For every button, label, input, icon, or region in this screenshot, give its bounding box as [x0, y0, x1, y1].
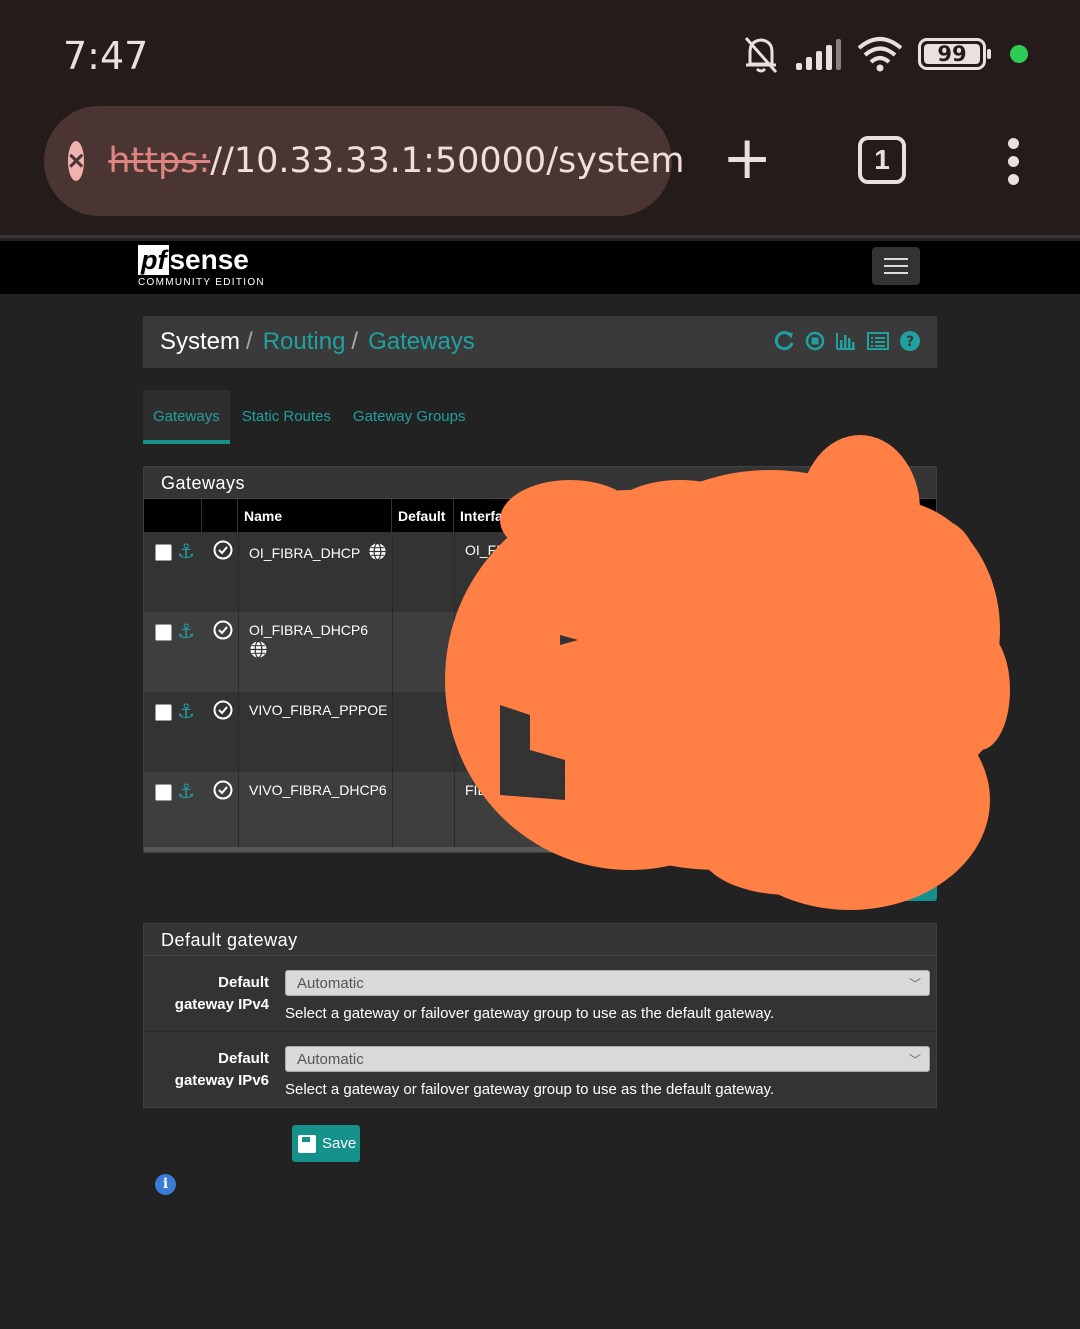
privacy-indicator-dot: [1010, 45, 1028, 63]
gateways-panel: Gateways Name Default Interfac ⚓ OI_FIBR…: [143, 466, 937, 853]
restart-service-icon[interactable]: [773, 330, 795, 352]
tab-count: 1: [874, 144, 890, 175]
breadcrumb-separator: /: [351, 328, 359, 355]
save-button[interactable]: Save: [292, 1125, 360, 1162]
chevron-down-icon: ﹀: [908, 977, 921, 991]
help-icon[interactable]: ?: [899, 330, 921, 352]
default-gateway-panel: Default gateway Default gateway IPv4 Aut…: [143, 923, 937, 1108]
browser-menu-button[interactable]: [1008, 138, 1019, 185]
breadcrumb: System / Routing / Gateways ?: [143, 316, 937, 368]
table-row: ⚓ VIVO_FIBRA_DHCP6 FIBRA: [144, 772, 936, 852]
clock: 7:47: [63, 34, 149, 78]
gateway-name: VIVO_FIBRA_DHCP6: [249, 782, 387, 798]
enabled-check-icon: [213, 780, 233, 800]
top-navbar: pf sense COMMUNITY EDITION: [0, 241, 1080, 294]
wifi-icon: [857, 37, 903, 72]
gateway-interface: [454, 612, 936, 692]
logo-subtitle: COMMUNITY EDITION: [138, 277, 265, 288]
panel-title: Gateways: [144, 467, 936, 499]
row-checkbox[interactable]: [155, 544, 172, 561]
anchor-icon[interactable]: ⚓: [177, 782, 195, 802]
battery-indicator: 99: [918, 38, 991, 70]
battery-level: 99: [937, 42, 967, 66]
svg-text:?: ?: [906, 334, 914, 350]
breadcrumb-routing[interactable]: Routing: [263, 328, 346, 356]
anchor-icon[interactable]: ⚓: [177, 542, 195, 562]
browser-toolbar: × https://10.33.33.1:50000/system + 1: [0, 100, 1080, 238]
stop-service-icon[interactable]: [805, 331, 825, 351]
gateway-name: OI_FIBRA_DHCP6: [249, 622, 369, 638]
gateway-name: VIVO_FIBRA_PPPOE: [249, 702, 388, 718]
default-gateway-ipv6-select[interactable]: Automatic ﹀: [285, 1046, 930, 1072]
row-checkbox[interactable]: [155, 624, 172, 641]
logo-sense: sense: [169, 244, 249, 275]
bell-muted-icon: [744, 37, 778, 73]
select-value: Automatic: [297, 975, 364, 992]
menu-toggle-button[interactable]: [872, 247, 920, 285]
form-row-ipv4: Default gateway IPv4 Automatic ﹀ Select …: [144, 956, 936, 1032]
not-secure-icon[interactable]: ×: [68, 141, 85, 181]
globe-icon: [369, 542, 386, 561]
column-header-interface[interactable]: Interfac: [454, 499, 936, 532]
select-value: Automatic: [297, 1051, 364, 1068]
field-label: Default gateway IPv6: [174, 1050, 269, 1089]
default-gateway-ipv4-select[interactable]: Automatic ﹀: [285, 970, 930, 996]
row-checkbox[interactable]: [155, 704, 172, 721]
column-header-default[interactable]: Default: [392, 499, 454, 532]
row-checkbox[interactable]: [155, 784, 172, 801]
info-icon[interactable]: i: [155, 1174, 176, 1195]
anchor-icon[interactable]: ⚓: [177, 622, 195, 642]
save-label: Save: [322, 1135, 357, 1152]
new-tab-button[interactable]: +: [722, 128, 772, 188]
url-text[interactable]: https://10.33.33.1:50000/system: [108, 141, 684, 181]
chart-icon[interactable]: [835, 331, 857, 351]
form-row-ipv6: Default gateway IPv6 Automatic ﹀ Select …: [144, 1032, 936, 1108]
column-header-name[interactable]: Name: [238, 499, 392, 532]
field-label: Default gateway IPv4: [174, 974, 269, 1013]
breadcrumb-system: System: [160, 328, 241, 355]
horizontal-scrollbar[interactable]: [144, 847, 936, 852]
gateway-interface: OI_FI: [454, 532, 936, 612]
tab-bar: Gateways Static Routes Gateway Groups: [143, 390, 477, 444]
status-icons: 99: [742, 34, 1028, 74]
table-row: ⚓ OI_FIBRA_DHCP OI_FI: [144, 532, 936, 612]
floppy-disk-icon: [298, 1134, 316, 1153]
tab-gateways[interactable]: Gateways: [143, 390, 230, 444]
tab-gateway-groups[interactable]: Gateway Groups: [343, 390, 476, 444]
url-path: //10.33.33.1:50000/system: [210, 141, 685, 181]
chevron-down-icon: ﹀: [908, 1053, 921, 1067]
gateways-table: Name Default Interfac ⚓ OI_FIBRA_DHCP OI…: [144, 499, 936, 852]
enabled-check-icon: [213, 700, 233, 720]
panel-title: Default gateway: [144, 924, 936, 956]
add-gateway-button[interactable]: Add: [880, 865, 937, 901]
status-bar: 7:47 99: [0, 0, 1080, 100]
logo-pf: pf: [138, 245, 170, 275]
table-row: ⚓ VIVO_FIBRA_PPPOE _FI: [144, 692, 936, 772]
enabled-check-icon: [213, 540, 233, 560]
tab-static-routes[interactable]: Static Routes: [232, 390, 341, 444]
tab-switcher-button[interactable]: 1: [858, 136, 906, 184]
gateway-name: OI_FIBRA_DHCP: [249, 545, 360, 561]
breadcrumb-gateways[interactable]: Gateways: [368, 328, 475, 356]
pfsense-logo[interactable]: pf sense COMMUNITY EDITION: [138, 245, 265, 288]
help-text: Select a gateway or failover gateway gro…: [285, 1005, 775, 1022]
breadcrumb-separator: /: [246, 328, 253, 355]
globe-icon: [250, 640, 267, 659]
gateway-interface: FIBRA: [454, 772, 936, 852]
enabled-check-icon: [213, 620, 233, 640]
table-header: Name Default Interfac: [144, 499, 936, 532]
gateway-interface: _FI: [454, 692, 936, 772]
help-text: Select a gateway or failover gateway gro…: [285, 1081, 775, 1098]
table-row: ⚓ OI_FIBRA_DHCP6: [144, 612, 936, 692]
anchor-icon[interactable]: ⚓: [177, 702, 195, 722]
log-list-icon[interactable]: [867, 331, 889, 351]
address-bar[interactable]: × https://10.33.33.1:50000/system: [44, 106, 685, 216]
url-protocol: https:: [108, 141, 211, 181]
signal-icon: [796, 39, 841, 70]
breadcrumb-shortcuts: ?: [773, 330, 921, 352]
